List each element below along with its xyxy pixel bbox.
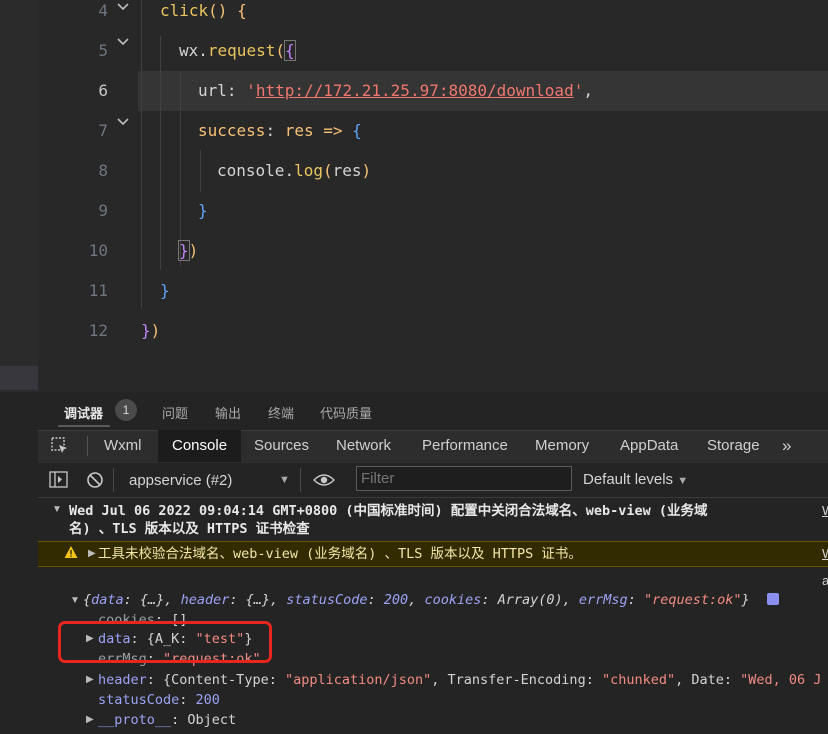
- warning-message: 工具未校验合法域名、web-view (业务域名) 、TLS 版本以及 HTTP…: [98, 546, 582, 562]
- console-filter-input[interactable]: [356, 466, 572, 491]
- divider: [113, 468, 114, 492]
- debugger-count-badge: 1: [115, 399, 137, 421]
- source-link[interactable]: W: [822, 503, 828, 518]
- line-number: 10: [88, 241, 108, 260]
- clear-console-icon[interactable]: [86, 471, 104, 489]
- expand-triangle-icon[interactable]: ▶: [86, 714, 94, 725]
- line-number: 11: [88, 281, 108, 300]
- activity-rail: [0, 0, 38, 392]
- tab-wxml[interactable]: Wxml: [104, 430, 142, 462]
- code-editor[interactable]: [0, 0, 828, 392]
- tab-output[interactable]: 输出: [215, 403, 241, 422]
- code-line-9: }: [198, 201, 208, 220]
- divider: [300, 468, 301, 492]
- code-line-6: url: 'http://172.21.25.97:8080/download'…: [198, 81, 593, 100]
- context-select[interactable]: appservice (#2): [129, 472, 232, 489]
- url-string: http://172.21.25.97:8080/download: [255, 81, 574, 100]
- expand-triangle-icon[interactable]: ▶: [88, 548, 96, 559]
- indent-guide: [160, 36, 161, 270]
- tab-code-quality[interactable]: 代码质量: [320, 403, 372, 422]
- indent-guide: [200, 150, 201, 192]
- indent-guide: [180, 72, 181, 266]
- property-proto[interactable]: __proto__: Object: [98, 711, 236, 729]
- devtools-top-tabbar: [38, 392, 828, 430]
- log-levels-dropdown[interactable]: Default levels ▼: [583, 471, 688, 488]
- activity-rail-lower: [0, 392, 38, 734]
- fold-chevron-icon[interactable]: [116, 35, 130, 49]
- tab-terminal[interactable]: 终端: [268, 403, 294, 422]
- caret-down-icon: ▼: [677, 475, 689, 487]
- more-tabs-button[interactable]: »: [782, 430, 791, 462]
- eye-icon[interactable]: [313, 472, 335, 488]
- line-number: 9: [98, 201, 108, 220]
- line-number: 6: [98, 81, 108, 100]
- expand-triangle-icon[interactable]: ▼: [70, 595, 80, 606]
- line-number: 8: [98, 161, 108, 180]
- activity-rail-selection: [0, 366, 38, 390]
- fold-chevron-icon[interactable]: [116, 115, 130, 129]
- inspect-element-icon[interactable]: [50, 436, 70, 456]
- tab-debugger[interactable]: 调试器: [64, 403, 103, 422]
- expand-triangle-icon[interactable]: ▶: [86, 674, 94, 685]
- code-line-7: success: res => {: [198, 121, 362, 140]
- line-number: 5: [98, 41, 108, 60]
- expand-triangle-icon[interactable]: ▼: [52, 504, 62, 515]
- line-number: 12: [88, 321, 108, 340]
- property-header[interactable]: header: {Content-Type: "application/json…: [98, 671, 821, 689]
- object-summary[interactable]: {data: {…}, header: {…}, statusCode: 200…: [83, 591, 750, 609]
- divider: [87, 436, 88, 456]
- code-line-5: wx.request({: [179, 40, 296, 61]
- fold-chevron-icon[interactable]: [116, 0, 130, 14]
- indent-guide: [141, 0, 142, 308]
- source-link[interactable]: a: [822, 573, 828, 588]
- code-line-10: }): [178, 240, 199, 261]
- sidebar-toggle-icon[interactable]: [49, 471, 69, 489]
- annotation-highlight-box: [58, 621, 272, 663]
- tab-performance[interactable]: Performance: [422, 430, 508, 462]
- tab-network[interactable]: Network: [336, 430, 391, 462]
- caret-down-icon[interactable]: ▼: [279, 474, 290, 486]
- tab-console[interactable]: Console: [158, 430, 242, 462]
- property-statuscode: statusCode: 200: [98, 692, 220, 708]
- code-line-12: }): [141, 321, 161, 340]
- tab-issues[interactable]: 问题: [162, 403, 188, 422]
- console-group-header: Wed Jul 06 2022 09:04:14 GMT+0800 (中国标准时…: [69, 503, 708, 519]
- warning-icon: [64, 545, 78, 559]
- tab-sources[interactable]: Sources: [254, 430, 309, 462]
- active-tab-underline: [58, 425, 110, 427]
- log-levels-label: Default levels: [583, 471, 674, 488]
- line-number: 7: [98, 121, 108, 140]
- tab-memory[interactable]: Memory: [535, 430, 589, 462]
- tab-appdata[interactable]: AppData: [620, 430, 678, 462]
- code-line-4: click() {: [160, 1, 247, 20]
- line-number: 4: [98, 1, 108, 20]
- console-group-header-cont: 名) 、TLS 版本以及 HTTPS 证书检查: [69, 521, 310, 537]
- source-link[interactable]: W: [822, 546, 828, 561]
- tab-storage[interactable]: Storage: [707, 430, 760, 462]
- code-line-11: }: [160, 281, 170, 300]
- info-icon[interactable]: [767, 593, 779, 605]
- code-line-8: console.log(res): [217, 161, 372, 180]
